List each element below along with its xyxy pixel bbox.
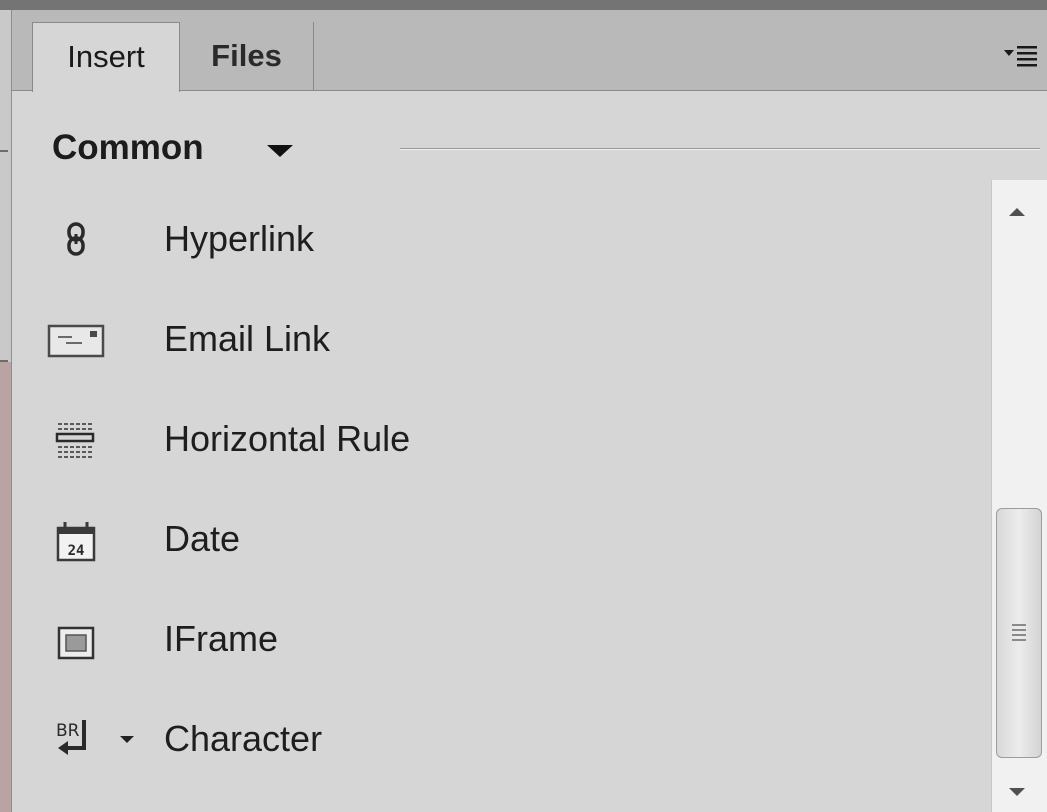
grip-icon <box>1012 624 1026 641</box>
list-item-email-link[interactable]: Email Link <box>12 288 990 386</box>
calendar-day-number: 24 <box>68 543 85 559</box>
category-divider <box>400 148 1040 150</box>
category-selector[interactable]: Common <box>12 118 1047 178</box>
line-break-character-icon: BR <box>46 710 106 770</box>
vertical-scrollbar[interactable] <box>991 180 1047 812</box>
list-item-iframe[interactable]: IFrame <box>12 588 990 686</box>
category-label[interactable]: Common <box>52 128 204 168</box>
item-label: Date <box>164 518 241 559</box>
br-text: BR <box>56 721 80 741</box>
background-document-area <box>0 362 11 812</box>
calendar-date-icon: 24 <box>46 510 106 570</box>
scroll-up-icon[interactable] <box>1009 208 1025 216</box>
item-label: Character <box>164 718 323 759</box>
item-label: Horizontal Rule <box>164 418 411 459</box>
panel-options-menu-icon[interactable] <box>1003 40 1039 70</box>
tab-files[interactable]: Files <box>180 22 314 90</box>
item-label: IFrame <box>164 618 279 659</box>
tab-insert[interactable]: Insert <box>32 22 180 92</box>
dropdown-arrow-icon[interactable] <box>267 145 293 157</box>
hyperlink-icon <box>46 210 106 270</box>
edge-tick <box>0 150 8 152</box>
list-item-horizontal-rule[interactable]: Horizontal Rule <box>12 388 990 486</box>
list-item-hyperlink[interactable]: Hyperlink <box>12 188 990 286</box>
window-top-border <box>0 0 1047 10</box>
item-label: Email Link <box>164 318 331 359</box>
left-panel-edge <box>0 10 12 812</box>
item-label: Hyperlink <box>164 218 315 259</box>
character-dropdown-arrow-icon[interactable] <box>120 736 134 743</box>
panel-tab-bar: Insert Files <box>12 10 1047 92</box>
iframe-icon <box>46 610 106 670</box>
insert-panel: Insert Files Common Hyperlink Email Link… <box>12 10 1047 812</box>
list-item-character[interactable]: BR Character <box>12 688 990 786</box>
scroll-down-icon[interactable] <box>1009 788 1025 796</box>
scroll-thumb[interactable] <box>996 508 1042 758</box>
email-link-icon <box>46 310 106 370</box>
horizontal-rule-icon <box>46 410 106 470</box>
insert-items-list: Hyperlink Email Link Horizontal Rule 24 … <box>12 188 990 812</box>
list-item-date[interactable]: 24 Date <box>12 488 990 586</box>
